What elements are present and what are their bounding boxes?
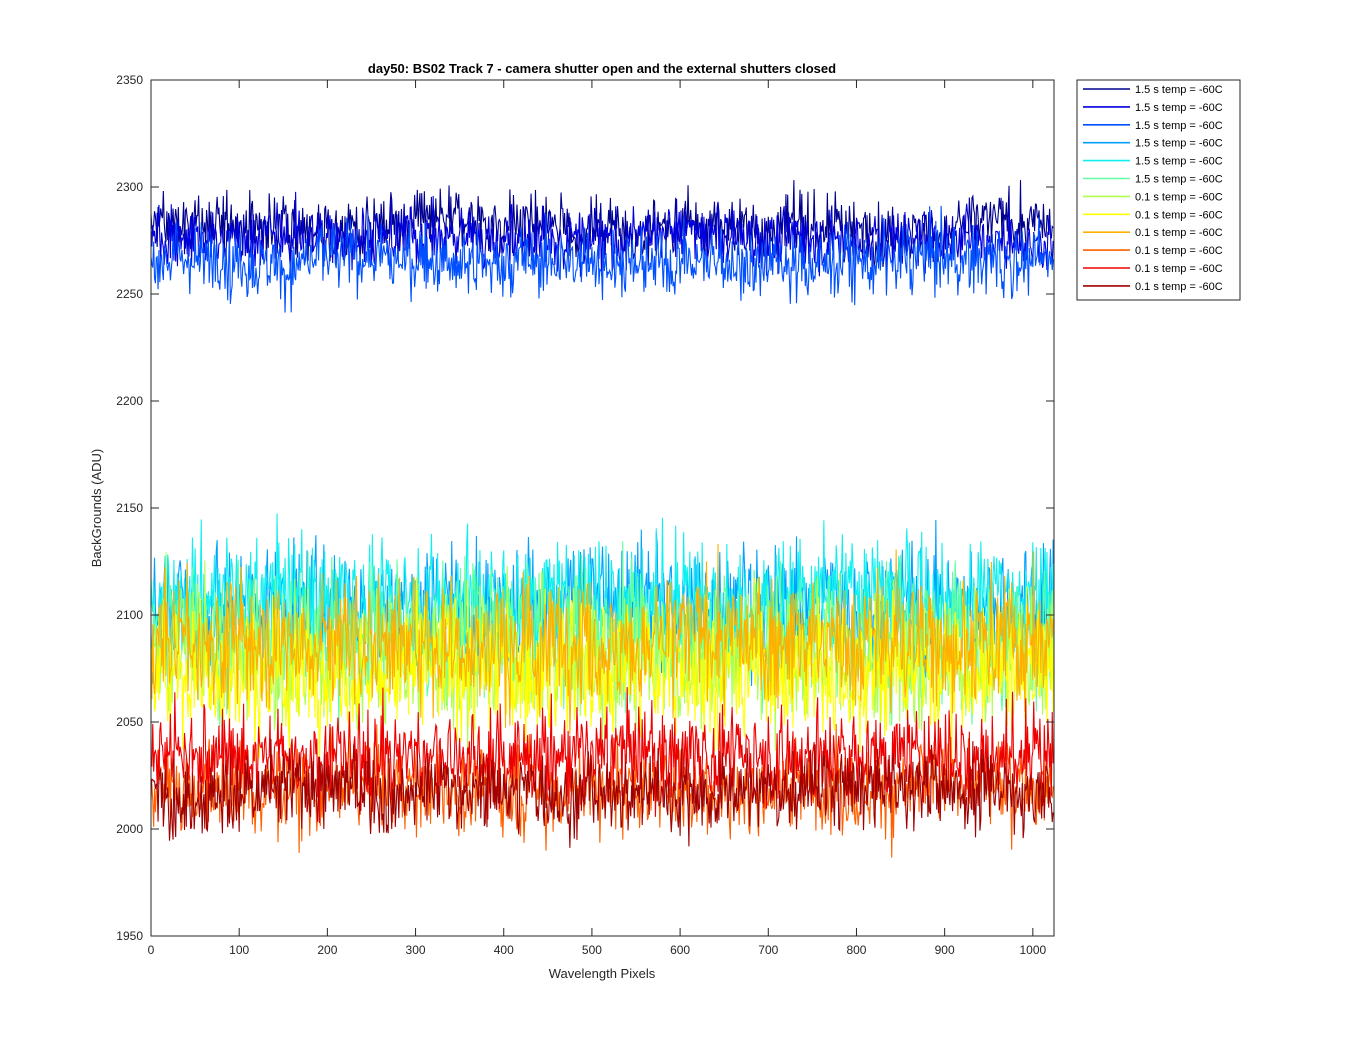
figure: day50: BS02 Track 7 - camera shutter ope… bbox=[0, 0, 1350, 1050]
y-tick-label: 2100 bbox=[116, 608, 143, 622]
x-tick-label: 700 bbox=[758, 943, 778, 957]
legend-entry: 0.1 s temp = -60C bbox=[1135, 245, 1223, 257]
legend-entry: 0.1 s temp = -60C bbox=[1135, 263, 1223, 275]
x-tick-label: 600 bbox=[670, 943, 690, 957]
chart-title: day50: BS02 Track 7 - camera shutter ope… bbox=[368, 61, 836, 76]
y-tick-label: 1950 bbox=[116, 929, 143, 943]
legend-entry: 0.1 s temp = -60C bbox=[1135, 209, 1223, 221]
y-tick-label: 2150 bbox=[116, 501, 143, 515]
y-tick-label: 2300 bbox=[116, 180, 143, 194]
legend-entry: 0.1 s temp = -60C bbox=[1135, 191, 1223, 203]
x-tick-label: 900 bbox=[935, 943, 955, 957]
y-tick-label: 2000 bbox=[116, 822, 143, 836]
y-axis-label: BackGrounds (ADU) bbox=[89, 449, 104, 567]
legend-entry: 1.5 s temp = -60C bbox=[1135, 102, 1223, 114]
legend-entry: 0.1 s temp = -60C bbox=[1135, 227, 1223, 239]
y-tick-label: 2050 bbox=[116, 715, 143, 729]
y-tick-label: 2350 bbox=[116, 73, 143, 87]
x-tick-label: 100 bbox=[229, 943, 249, 957]
legend-entry: 1.5 s temp = -60C bbox=[1135, 84, 1223, 96]
x-tick-label: 800 bbox=[846, 943, 866, 957]
x-tick-label: 500 bbox=[582, 943, 602, 957]
x-tick-label: 200 bbox=[317, 943, 337, 957]
x-axis-label: Wavelength Pixels bbox=[549, 966, 656, 981]
x-tick-label: 0 bbox=[148, 943, 155, 957]
legend-entry: 1.5 s temp = -60C bbox=[1135, 120, 1223, 132]
y-tick-label: 2250 bbox=[116, 287, 143, 301]
legend-entry: 1.5 s temp = -60C bbox=[1135, 138, 1223, 150]
legend-entry: 1.5 s temp = -60C bbox=[1135, 156, 1223, 168]
y-tick-label: 2200 bbox=[116, 394, 143, 408]
legend-entry: 0.1 s temp = -60C bbox=[1135, 281, 1223, 293]
x-tick-label: 300 bbox=[406, 943, 426, 957]
legend: 1.5 s temp = -60C 1.5 s temp = -60C 1.5 s … bbox=[1076, 79, 1241, 301]
x-tick-label: 400 bbox=[494, 943, 514, 957]
legend-entry: 1.5 s temp = -60C bbox=[1135, 174, 1223, 186]
x-tick-label: 1000 bbox=[1019, 943, 1046, 957]
